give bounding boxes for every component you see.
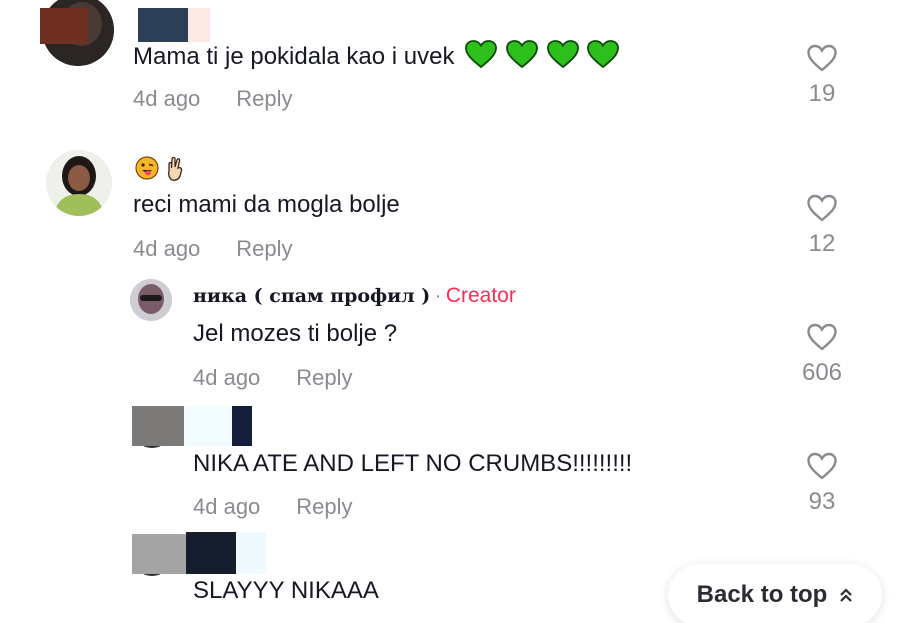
- like-count: 93: [808, 488, 836, 515]
- reply-button[interactable]: Reply: [296, 494, 352, 519]
- green-heart-icon: [465, 40, 498, 69]
- username-redacted[interactable]: [232, 406, 252, 446]
- comment-text: NIKA ATE AND LEFT NO CRUMBS!!!!!!!!!: [193, 450, 633, 477]
- comment-meta: 4d ago Reply: [133, 86, 293, 112]
- heart-outline-icon: [807, 194, 837, 222]
- comment-body: Mama ti je pokidala kao i uvek: [133, 43, 455, 70]
- comment-timestamp: 4d ago: [193, 494, 261, 519]
- like-count: 606: [801, 359, 843, 386]
- comment-timestamp: 4d ago: [133, 236, 201, 261]
- crossed-fingers-emoji-icon: [168, 156, 183, 181]
- username-redacted[interactable]: [132, 406, 184, 446]
- username-redacted[interactable]: [186, 532, 236, 574]
- avatar[interactable]: [130, 279, 172, 321]
- username-redacted[interactable]: [40, 8, 88, 44]
- avatar[interactable]: [46, 150, 112, 216]
- like-button[interactable]: 93: [792, 452, 852, 516]
- comment-timestamp: 4d ago: [193, 365, 261, 390]
- heart-outline-icon: [807, 44, 837, 72]
- comment-text: SLAYYY NIKAAA: [193, 577, 379, 604]
- heart-outline-icon: [807, 452, 837, 480]
- creator-badge: Creator: [445, 284, 516, 307]
- comment-text: reci mami da mogla bolje: [133, 191, 400, 218]
- comment-meta: 4d ago Reply: [193, 494, 353, 520]
- reply-button[interactable]: Reply: [236, 86, 292, 111]
- comment-meta: 4d ago Reply: [193, 365, 353, 391]
- back-to-top-button[interactable]: Back to top: [668, 564, 882, 623]
- green-heart-icon: [546, 40, 579, 69]
- green-heart-icon: [587, 40, 620, 69]
- username[interactable]: ника ( спам профил ): [193, 285, 430, 307]
- reply-button[interactable]: Reply: [296, 365, 352, 390]
- like-count: 19: [808, 80, 836, 107]
- comment-text: Mama ti je pokidala kao i uvek: [133, 40, 620, 72]
- like-button[interactable]: 12: [792, 194, 852, 258]
- comments-panel: Mama ti je pokidala kao i uvek 4d ago Rep…: [0, 0, 900, 623]
- username-redacted[interactable]: [236, 532, 266, 574]
- username-redacted[interactable]: [184, 406, 232, 446]
- emoji-line: [135, 156, 187, 182]
- comment-timestamp: 4d ago: [133, 86, 201, 111]
- comment-meta: 4d ago Reply: [133, 236, 293, 262]
- username-redacted[interactable]: [132, 534, 186, 574]
- reply-button[interactable]: Reply: [236, 236, 292, 261]
- like-button[interactable]: 19: [792, 44, 852, 108]
- separator-dot: ·: [434, 285, 442, 307]
- like-button[interactable]: 606: [792, 323, 852, 387]
- green-heart-icon: [505, 40, 538, 69]
- like-count: 12: [808, 230, 836, 257]
- green-heart-emoji-row: [465, 40, 620, 70]
- username-redacted[interactable]: [138, 8, 188, 42]
- tongue-wink-emoji-icon: [135, 156, 159, 180]
- reply-header: ника ( спам профил ) · Creator: [193, 284, 516, 308]
- heart-outline-icon: [807, 323, 837, 351]
- comment-text: Jel mozes ti bolje ?: [193, 320, 398, 347]
- username-redacted[interactable]: [188, 8, 210, 42]
- back-to-top-label: Back to top: [696, 581, 828, 608]
- double-chevron-up-icon: [840, 588, 853, 602]
